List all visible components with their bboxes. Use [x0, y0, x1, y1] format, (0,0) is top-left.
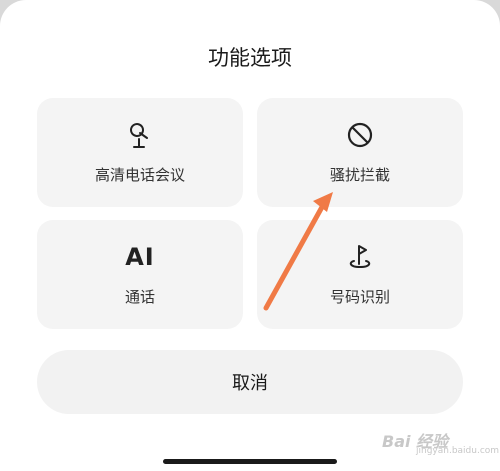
option-label: 高清电话会议	[94, 166, 185, 184]
watermark-url: jingyan.baidu.com	[416, 446, 500, 456]
option-label: 号码识别	[329, 288, 390, 306]
option-number-identification[interactable]: 号码识别	[257, 220, 463, 329]
option-label: 骚扰拦截	[329, 166, 390, 184]
option-label: 通话	[124, 288, 155, 306]
cancel-button[interactable]: 取消	[37, 350, 463, 414]
option-ai-call[interactable]: AI 通话	[37, 220, 243, 329]
block-icon	[257, 120, 463, 150]
dialog-title: 功能选项	[208, 46, 292, 70]
satellite-dish-icon	[37, 120, 243, 150]
location-flag-icon	[257, 242, 463, 272]
home-indicator[interactable]	[163, 459, 337, 464]
ai-icon: AI	[125, 243, 155, 271]
bottom-sheet: 功能选项 高清电话会议 骚扰拦截 AI 通话 号码识别 取消 Bai 经验 ji…	[0, 0, 500, 471]
option-harassment-block[interactable]: 骚扰拦截	[257, 98, 463, 207]
option-hd-conference[interactable]: 高清电话会议	[37, 98, 243, 207]
